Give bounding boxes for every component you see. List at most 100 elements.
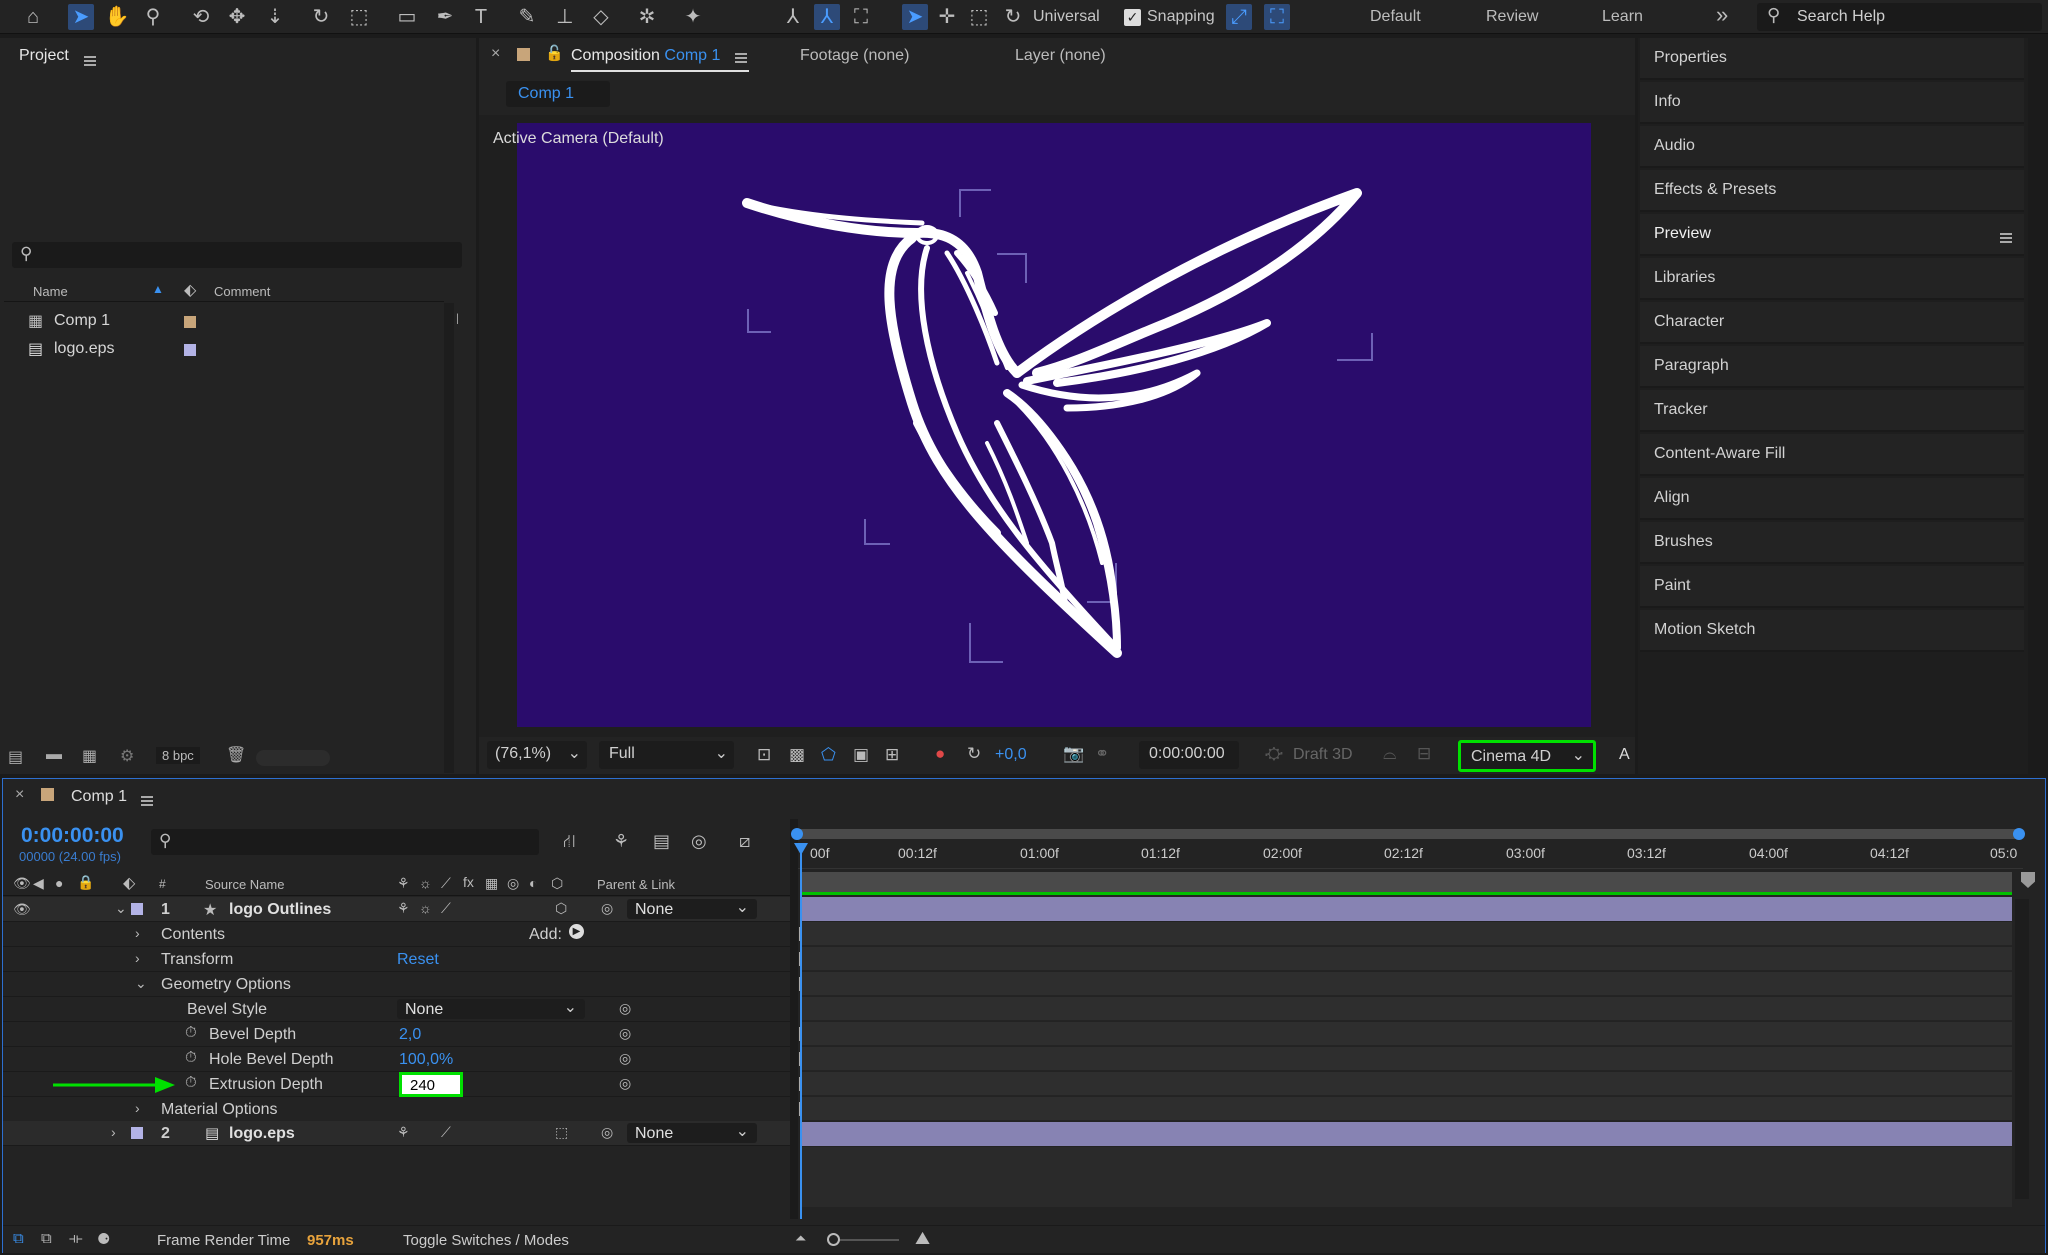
quality-switch-icon[interactable]: ⟋ xyxy=(441,900,451,917)
stopwatch-icon[interactable]: ⏱ xyxy=(185,1024,197,1041)
stopwatch-icon[interactable]: ⏱ xyxy=(185,1049,197,1066)
property-row-bevel-depth[interactable]: ⏱ Bevel Depth 2,0 ◎ xyxy=(3,1022,790,1047)
hummingbird-logo-outlines[interactable] xyxy=(517,123,1591,727)
project-search-input[interactable]: ⚲ xyxy=(12,242,462,268)
zoom-out-icon[interactable]: ⏶ xyxy=(795,1230,806,1247)
draft-3d-label[interactable]: Draft 3D xyxy=(1293,746,1353,764)
parent-link-header[interactable]: Parent & Link xyxy=(597,877,675,892)
fast-previews-icon[interactable]: ⊡ xyxy=(757,745,771,765)
bit-depth-button[interactable]: 8 bpc xyxy=(156,747,200,764)
pan-behind-icon[interactable]: ⬚ xyxy=(346,4,372,30)
resolution-dropdown[interactable]: Full ⌄ xyxy=(599,741,734,769)
lock-icon[interactable]: 🔓 xyxy=(545,44,564,62)
layer-row-logo-outlines[interactable]: 👁 ⌄ 1 ★ logo Outlines ⚘ ☼ ⟋ ⬡ ◎ None xyxy=(3,897,790,922)
thumbnail-slider[interactable] xyxy=(256,750,330,766)
audio-icon[interactable]: ◀ xyxy=(33,875,44,892)
comp-subtab[interactable]: Comp 1 xyxy=(506,81,610,107)
3d-layer-switch-icon[interactable]: ⬡ xyxy=(555,900,567,917)
panel-audio[interactable]: Audio xyxy=(1640,126,2024,168)
panel-preview[interactable]: Preview xyxy=(1640,214,2024,256)
view-axis-icon[interactable]: ⛶ xyxy=(848,4,874,30)
chevron-down-icon[interactable]: ⌄ xyxy=(115,900,127,917)
work-area-end-handle[interactable] xyxy=(2013,828,2025,840)
panel-divider[interactable] xyxy=(790,819,798,1219)
timeline-vertical-scrollbar[interactable] xyxy=(2015,899,2029,1199)
workspace-default[interactable]: Default xyxy=(1370,8,1421,26)
label-color-swatch[interactable] xyxy=(184,316,196,328)
hole-bevel-depth-value[interactable]: 100,0% xyxy=(399,1051,453,1069)
transparency-grid-icon[interactable]: ▩ xyxy=(789,745,805,765)
reset-link[interactable]: Reset xyxy=(397,951,439,969)
3d-layer-switch-icon[interactable]: ⬚ xyxy=(555,1124,568,1141)
show-snapshot-icon[interactable]: ⚭ xyxy=(1095,744,1109,764)
tab-composition[interactable]: Composition Comp 1 xyxy=(571,47,720,65)
shy-switch-icon[interactable]: ⚘ xyxy=(397,900,410,917)
expression-pickwhip-icon[interactable]: ◎ xyxy=(619,1000,631,1017)
transfer-controls-icon[interactable]: ⧉ xyxy=(41,1230,52,1247)
new-folder-icon[interactable]: ▬ xyxy=(46,746,62,764)
chevron-right-icon[interactable]: › xyxy=(135,950,140,966)
snapshot-camera-icon[interactable]: 📷 xyxy=(1063,744,1084,764)
close-tab-icon[interactable]: × xyxy=(491,45,500,63)
universal-move-icon[interactable]: ✛ xyxy=(934,4,960,30)
workspace-learn[interactable]: Learn xyxy=(1602,8,1643,26)
tab-layer[interactable]: Layer (none) xyxy=(1015,47,1106,65)
property-row-hole-bevel-depth[interactable]: ⏱ Hole Bevel Depth 100,0% ◎ xyxy=(3,1047,790,1072)
extended-viewer-icon[interactable]: ⊟ xyxy=(1417,744,1431,764)
property-row-geometry-options[interactable]: ⌄ Geometry Options xyxy=(3,972,790,997)
panel-effects-presets[interactable]: Effects & Presets xyxy=(1640,170,2024,212)
bevel-style-dropdown[interactable]: None xyxy=(397,997,585,1019)
timeline-search-input[interactable]: ⚲ xyxy=(151,829,539,855)
playhead-line[interactable] xyxy=(800,843,802,1219)
workspace-overflow-button[interactable]: » xyxy=(1716,2,1728,28)
pick-whip-icon[interactable]: ◎ xyxy=(601,900,613,917)
region-of-interest-icon[interactable]: ▣ xyxy=(853,745,869,765)
project-settings-icon[interactable]: ⚙ xyxy=(120,746,134,766)
project-item-logo-eps[interactable]: ▤ logo.eps xyxy=(4,336,444,364)
universal-rotate-icon[interactable]: ↻ xyxy=(1000,4,1026,30)
property-row-bevel-style[interactable]: Bevel Style None ◎ xyxy=(3,997,790,1022)
ground-plane-icon[interactable]: ⌓ xyxy=(1383,744,1396,764)
source-name-header[interactable]: Source Name xyxy=(205,877,284,892)
collapse-switch-icon[interactable]: ☼ xyxy=(419,875,432,891)
quality-switch-icon[interactable]: ⟋ xyxy=(441,1124,451,1141)
composition-canvas[interactable] xyxy=(517,123,1591,727)
property-row-material-options[interactable]: › Material Options xyxy=(3,1097,790,1122)
home-icon[interactable]: ⌂ xyxy=(20,4,46,30)
panel-tracker[interactable]: Tracker xyxy=(1640,390,2024,432)
interpret-footage-icon[interactable]: ▤ xyxy=(8,747,23,767)
local-axis-icon[interactable]: ⅄ xyxy=(780,4,806,30)
eye-icon[interactable]: 👁 xyxy=(13,875,31,892)
frame-blend-switch-icon[interactable]: ▦ xyxy=(485,875,498,892)
expression-pickwhip-icon[interactable]: ◎ xyxy=(619,1050,631,1067)
dolly-camera-icon[interactable]: ⇣ xyxy=(262,4,288,30)
pick-whip-icon[interactable]: ◎ xyxy=(601,1124,613,1141)
panel-motion-sketch[interactable]: Motion Sketch xyxy=(1640,610,2024,652)
chevron-right-icon[interactable]: › xyxy=(135,925,140,941)
name-column-header[interactable]: Name xyxy=(33,284,68,299)
project-item-comp1[interactable]: ▦ Comp 1 xyxy=(4,308,444,336)
draft-3d-icon[interactable]: ⛮ xyxy=(1265,744,1283,764)
workspace-review[interactable]: Review xyxy=(1486,8,1538,26)
type-tool-icon[interactable]: T xyxy=(468,4,494,30)
chevron-right-icon[interactable]: › xyxy=(111,1124,116,1140)
mask-visibility-icon[interactable]: ⬠ xyxy=(821,745,836,765)
adjustment-switch-icon[interactable]: ◐ xyxy=(529,875,537,891)
property-row-contents[interactable]: › Contents Add: ▶ xyxy=(3,922,790,947)
magnification-dropdown[interactable]: (76,1%) ⌄ xyxy=(487,741,587,769)
timeline-comp-tab[interactable]: Comp 1 xyxy=(71,788,127,806)
layer-switches-icon[interactable]: ⧉ xyxy=(13,1230,24,1247)
frame-blending-icon[interactable]: ▤ xyxy=(653,831,670,852)
preview-menu-icon[interactable] xyxy=(2000,229,2012,247)
panel-properties[interactable]: Properties xyxy=(1640,38,2024,80)
chevron-right-icon[interactable]: › xyxy=(135,1100,140,1116)
property-row-extrusion-depth[interactable]: ⏱ Extrusion Depth 240 ◎ xyxy=(3,1072,790,1097)
panel-info[interactable]: Info xyxy=(1640,82,2024,124)
add-content-button[interactable]: ▶ xyxy=(569,924,584,939)
shy-switch-icon[interactable]: ⚘ xyxy=(397,1124,410,1141)
panel-paragraph[interactable]: Paragraph xyxy=(1640,346,2024,388)
clone-stamp-icon[interactable]: ⊥ xyxy=(552,4,578,30)
work-area-bar[interactable] xyxy=(794,829,2022,839)
snap-features-icon[interactable]: ⛶ xyxy=(1264,4,1290,30)
tab-footage[interactable]: Footage (none) xyxy=(800,47,909,65)
